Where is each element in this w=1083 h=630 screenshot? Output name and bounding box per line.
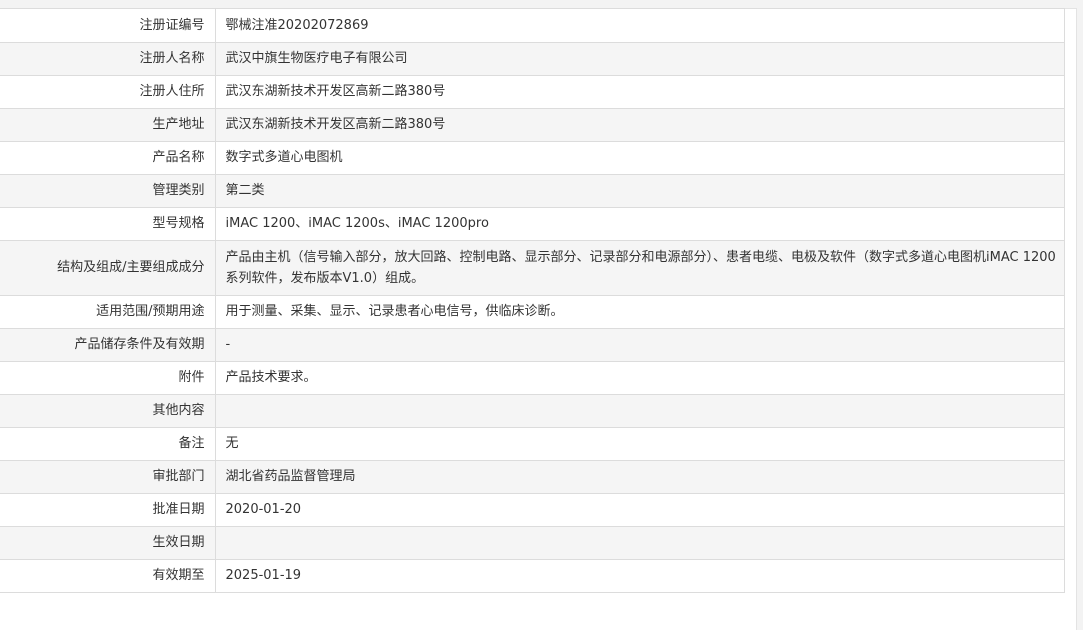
row-label: 注册人名称 [0,42,216,76]
row-label: 附件 [0,361,216,395]
table-row: 适用范围/预期用途 用于测量、采集、显示、记录患者心电信号，供临床诊断。 [0,295,1064,329]
row-label: 注册人住所 [0,75,216,109]
row-label: 生产地址 [0,108,216,142]
row-label: 备注 [0,427,216,461]
table-row: 附件 产品技术要求。 [0,361,1064,395]
row-value: 湖北省药品监督管理局 [215,460,1064,494]
row-value: iMAC 1200、iMAC 1200s、iMAC 1200pro [215,207,1064,241]
row-value: 武汉东湖新技术开发区高新二路380号 [215,75,1064,109]
row-label: 审批部门 [0,460,216,494]
table-row: 注册人住所 武汉东湖新技术开发区高新二路380号 [0,75,1064,109]
table-row: 注册证编号 鄂械注准20202072869 [0,9,1064,43]
table-row: 批准日期 2020-01-20 [0,493,1064,527]
registration-detail-table: 注册证编号 鄂械注准20202072869 注册人名称 武汉中旗生物医疗电子有限… [0,8,1065,593]
row-label: 产品名称 [0,141,216,175]
row-label: 生效日期 [0,526,216,560]
table-row: 注册人名称 武汉中旗生物医疗电子有限公司 [0,42,1064,76]
row-label: 有效期至 [0,559,216,593]
row-value [215,394,1064,428]
row-value: 数字式多道心电图机 [215,141,1064,175]
table-row: 型号规格 iMAC 1200、iMAC 1200s、iMAC 1200pro [0,207,1064,241]
table-row: 管理类别 第二类 [0,174,1064,208]
table-row: 产品名称 数字式多道心电图机 [0,141,1064,175]
row-value: 2025-01-19 [215,559,1064,593]
row-value: 第二类 [215,174,1064,208]
table-row: 生效日期 [0,526,1064,560]
row-label: 适用范围/预期用途 [0,295,216,329]
table-row: 产品储存条件及有效期 - [0,328,1064,362]
table-row: 备注 无 [0,427,1064,461]
row-value: 产品技术要求。 [215,361,1064,395]
row-value: 武汉东湖新技术开发区高新二路380号 [215,108,1064,142]
row-value: 无 [215,427,1064,461]
row-label: 管理类别 [0,174,216,208]
table-row: 其他内容 [0,394,1064,428]
row-label: 其他内容 [0,394,216,428]
row-value: 武汉中旗生物医疗电子有限公司 [215,42,1064,76]
table-row: 结构及组成/主要组成成分 产品由主机（信号输入部分，放大回路、控制电路、显示部分… [0,240,1064,296]
row-value: - [215,328,1064,362]
row-value: 产品由主机（信号输入部分，放大回路、控制电路、显示部分、记录部分和电源部分）、患… [215,240,1064,296]
row-label: 注册证编号 [0,9,216,43]
row-label: 批准日期 [0,493,216,527]
row-label: 型号规格 [0,207,216,241]
table-row: 生产地址 武汉东湖新技术开发区高新二路380号 [0,108,1064,142]
row-value: 鄂械注准20202072869 [215,9,1064,43]
row-label: 结构及组成/主要组成成分 [0,240,216,296]
row-label: 产品储存条件及有效期 [0,328,216,362]
row-value: 2020-01-20 [215,493,1064,527]
table-row: 有效期至 2025-01-19 [0,559,1064,593]
row-value: 用于测量、采集、显示、记录患者心电信号，供临床诊断。 [215,295,1064,329]
table-row: 审批部门 湖北省药品监督管理局 [0,460,1064,494]
row-value [215,526,1064,560]
